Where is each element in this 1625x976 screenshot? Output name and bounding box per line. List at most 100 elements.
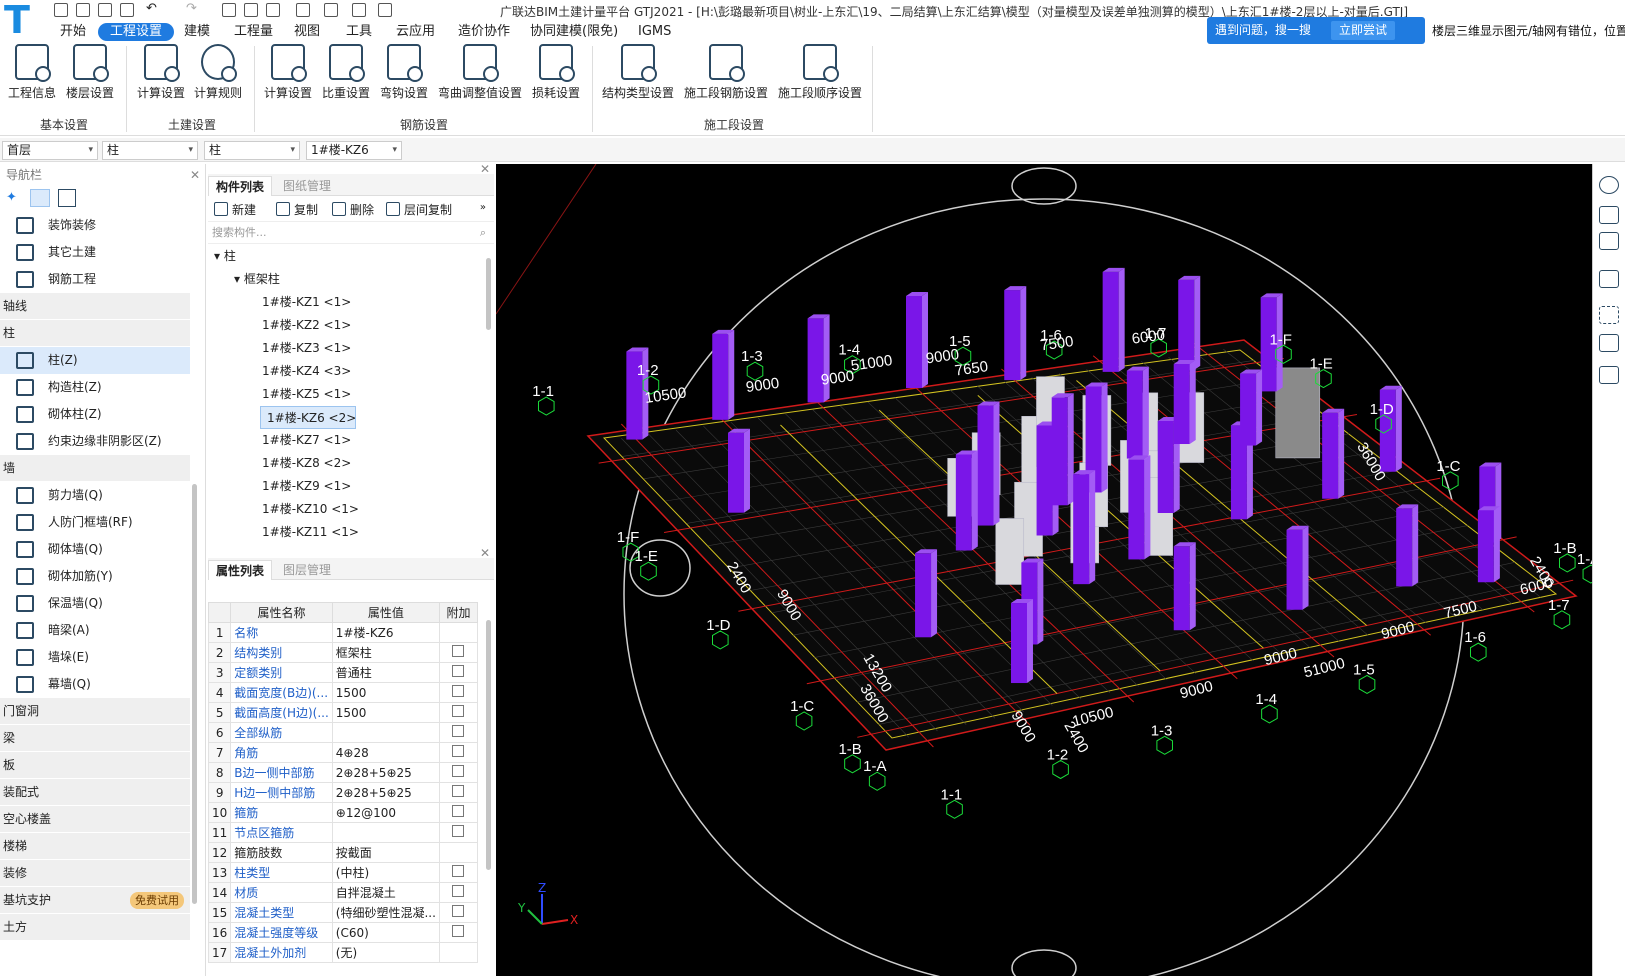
axis-label[interactable]: 1-1 [532, 383, 555, 416]
table-icon[interactable] [266, 3, 280, 17]
undo-icon[interactable]: ↶ [146, 2, 160, 17]
axis-label[interactable]: 1-B [838, 741, 862, 774]
property-value[interactable]: 自拌混凝土 [331, 882, 440, 903]
new-button[interactable]: 新建 [214, 201, 256, 218]
free-trial-badge[interactable]: 免费试用 [130, 892, 184, 909]
menu-cost-collab[interactable]: 造价协作 [452, 23, 516, 41]
nav-item[interactable]: 人防门框墙(RF) [0, 509, 190, 536]
nav-item[interactable]: 构造柱(Z) [0, 374, 190, 401]
project-info-button[interactable]: 工程信息 [8, 44, 56, 101]
property-row[interactable]: 11 节点区箍筋 [207, 822, 479, 843]
axis-label[interactable]: 1-B [1553, 540, 1577, 573]
sum-icon[interactable] [222, 3, 236, 17]
menu-igms[interactable]: IGMS [632, 23, 677, 41]
tree-item[interactable]: 1#楼-KZ1 <1> [262, 291, 351, 314]
try-now-button[interactable]: 立即尝试 [1331, 21, 1396, 40]
column[interactable] [807, 314, 830, 403]
extra-checkbox[interactable] [452, 865, 465, 877]
property-value[interactable]: 2⊕28+5⊕25 [331, 782, 440, 803]
axis-label[interactable]: 1-4 [1255, 691, 1278, 724]
axis-label[interactable]: 1-5 [1353, 661, 1376, 694]
column[interactable] [1396, 504, 1419, 587]
tree-item[interactable]: 1#楼-KZ6 <2> [260, 406, 356, 429]
nav-category[interactable]: 柱 [0, 320, 190, 347]
nav-scrollbar[interactable] [192, 484, 197, 904]
tree-item[interactable]: 1#楼-KZ8 <2> [262, 452, 351, 475]
extra-checkbox[interactable] [452, 725, 465, 737]
column[interactable] [955, 450, 978, 551]
menu-view[interactable]: 视图 [288, 23, 326, 41]
property-value[interactable]: 框架柱 [331, 642, 440, 663]
tree-item[interactable]: 1#楼-KZ5 <1> [262, 383, 351, 406]
axis-label[interactable]: 1-A [863, 758, 887, 791]
floor-settings-button[interactable]: 楼层设置 [66, 44, 114, 101]
tree-item[interactable]: 1#楼-KZ2 <1> [262, 314, 351, 337]
close-icon[interactable]: ✕ [190, 168, 200, 182]
column[interactable] [1173, 542, 1196, 631]
extra-checkbox[interactable] [452, 765, 465, 777]
calc-settings-button[interactable]: 计算设置 [137, 44, 185, 101]
structure-type-button[interactable]: 结构类型设置 [602, 44, 674, 101]
extra-checkbox[interactable] [452, 685, 465, 697]
tab-component-list[interactable]: 构件列表 [208, 176, 273, 196]
column[interactable] [1128, 455, 1151, 560]
menu-quantity[interactable]: 工程量 [228, 23, 279, 41]
axis-label[interactable]: 1-E [635, 548, 658, 581]
property-row[interactable]: 7 角筋 4⊕28 [207, 742, 479, 763]
2d-view-icon[interactable] [1599, 206, 1619, 224]
property-row[interactable]: 1 名称 1#楼-KZ6 [207, 622, 479, 643]
property-row[interactable]: 14 材质 自拌混凝土 [207, 882, 479, 903]
tree-item[interactable]: 1#楼-KZ9 <1> [262, 475, 351, 498]
3d-viewport[interactable]: 1-1 1-2 1-3 1-4 1-5 1-6 1-7 1-F 1-E 1-D 1-C 1-B 1-A 1… [496, 164, 1592, 976]
column[interactable] [1051, 393, 1074, 506]
axis-label[interactable]: 1-7 [1548, 597, 1571, 630]
nav-category[interactable]: 板 [0, 752, 190, 779]
extra-checkbox[interactable] [452, 905, 465, 917]
nav-item[interactable]: 约束边缘非阴影区(Z) [0, 428, 190, 455]
weight-settings-button[interactable]: 比重设置 [322, 44, 370, 101]
menu-cloud[interactable]: 云应用 [390, 23, 441, 41]
extra-checkbox[interactable] [452, 665, 465, 677]
nav-item[interactable]: 幕墙(Q) [0, 671, 190, 698]
display-settings-icon[interactable] [1599, 334, 1619, 352]
component-select[interactable]: 1#楼-KZ6 [306, 141, 402, 160]
property-scrollbar[interactable] [486, 620, 491, 870]
save-icon[interactable] [120, 3, 134, 17]
nav-category[interactable]: 土方 [0, 914, 190, 941]
menu-project-settings[interactable]: 工程设置 [98, 23, 175, 41]
nav-item[interactable]: 墙垛(E) [0, 644, 190, 671]
extra-checkbox[interactable] [452, 805, 465, 817]
tree-item[interactable]: 1#楼-KZ10 <1> [262, 498, 359, 521]
menu-collab-modeling[interactable]: 协同建模(限免) [524, 23, 624, 41]
extra-checkbox[interactable] [452, 885, 465, 897]
property-row[interactable]: 8 B边一侧中部筋 2⊕28+5⊕25 [207, 762, 479, 783]
barcode-icon[interactable] [352, 3, 366, 17]
nav-item[interactable]: 钢筋工程 [0, 266, 190, 293]
column[interactable] [727, 428, 750, 513]
model-canvas[interactable]: 1-11-21-3 1-41-5 1-6 1-71-F1-E1-D1-C1-B1-A1… [496, 164, 1592, 976]
nav-category[interactable]: 基坑支护 免费试用 [0, 887, 190, 914]
axis-label[interactable]: 1-A [1577, 551, 1592, 584]
nav-item[interactable]: 砌体加筋(Y) [0, 563, 190, 590]
property-row[interactable]: 16 混凝土强度等级 (C60) [207, 922, 479, 943]
hook-settings-button[interactable]: 弯钩设置 [380, 44, 428, 101]
column[interactable] [1240, 369, 1263, 446]
tree-item[interactable]: 1#楼-KZ4 <3> [262, 360, 351, 383]
nav-item[interactable]: 剪力墙(Q) [0, 482, 190, 509]
tab-layer-manager[interactable]: 图层管理 [276, 560, 338, 580]
calc-rules-button[interactable]: 计算规则 [194, 44, 242, 101]
edit-icon[interactable] [324, 3, 338, 17]
property-row[interactable]: 17 混凝土外加剂 (无) [207, 942, 479, 963]
column[interactable] [1010, 599, 1033, 684]
loss-settings-button[interactable]: 损耗设置 [532, 44, 580, 101]
column[interactable] [1102, 267, 1125, 372]
property-value[interactable]: (中柱) [331, 862, 440, 883]
nav-item[interactable]: 柱(Z) [0, 347, 190, 374]
extra-checkbox[interactable] [452, 745, 465, 757]
pin-icon[interactable]: ✦ [6, 190, 17, 205]
axis-label[interactable]: 1-C [790, 698, 814, 731]
redo-icon[interactable]: ↷ [186, 2, 200, 17]
column[interactable] [1173, 360, 1196, 445]
search-icon[interactable]: ⌕ [480, 222, 486, 244]
upload-icon[interactable] [54, 3, 68, 17]
